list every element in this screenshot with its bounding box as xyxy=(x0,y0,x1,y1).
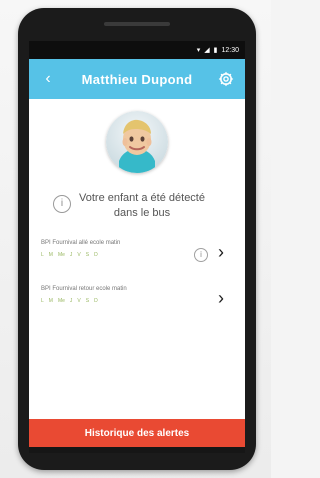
trip-days: L M Me J V S D xyxy=(41,252,98,258)
trip-day: V xyxy=(77,298,81,304)
trip-day: S xyxy=(85,298,90,304)
child-avatar-icon xyxy=(106,111,168,173)
detection-alert: i Votre enfant a été détecté dans le bus xyxy=(53,191,223,221)
trip-title: BPI Fournival allé ecole matin xyxy=(41,240,121,246)
status-bar: ▾ ◢ ▮ 12:30 xyxy=(29,41,245,59)
trip-day: M xyxy=(48,252,53,258)
battery-icon: ▮ xyxy=(213,47,218,54)
wifi-icon: ▾ xyxy=(196,47,201,54)
trip-day: V xyxy=(77,252,81,258)
page: ▾ ◢ ▮ 12:30 ‹ Matthieu Dupond i Votre en… xyxy=(0,0,271,478)
chevron-right-icon[interactable]: › xyxy=(218,243,224,261)
trip-day: L xyxy=(41,252,44,258)
speaker-grille xyxy=(104,22,170,26)
trip-day: Me xyxy=(57,298,65,304)
page-title: Matthieu Dupond xyxy=(81,71,193,87)
android-navigation-bar: ◁ ○ □ xyxy=(29,447,245,453)
trip-days: L M Me J V S D xyxy=(41,298,98,304)
gear-icon[interactable] xyxy=(217,70,235,88)
trip-title: BPI Fournival retour ecole matin xyxy=(41,286,127,292)
trip-item-return[interactable]: BPI Fournival retour ecole matin L M Me … xyxy=(41,286,233,322)
trip-day: L xyxy=(41,298,44,304)
chevron-left-icon[interactable]: ‹ xyxy=(39,70,57,88)
alert-history-button[interactable]: Historique des alertes xyxy=(29,419,245,447)
trip-day: M xyxy=(48,298,53,304)
status-time: 12:30 xyxy=(221,46,239,54)
trip-item-morning[interactable]: BPI Fournival allé ecole matin L M Me J … xyxy=(41,240,233,276)
info-icon: i xyxy=(53,195,71,213)
main-content: i Votre enfant a été détecté dans le bus… xyxy=(29,99,245,453)
app-bar: ‹ Matthieu Dupond xyxy=(29,59,245,99)
trip-day: D xyxy=(94,252,98,258)
signal-icon: ◢ xyxy=(204,47,210,54)
trip-day: J xyxy=(69,252,73,258)
info-icon[interactable]: i xyxy=(194,248,208,262)
trip-day: J xyxy=(69,298,73,304)
trip-day: Me xyxy=(57,252,65,258)
trip-day: S xyxy=(85,252,90,258)
detection-message: Votre enfant a été détecté dans le bus xyxy=(79,192,205,219)
chevron-right-icon[interactable]: › xyxy=(218,289,224,307)
phone-frame: ▾ ◢ ▮ 12:30 ‹ Matthieu Dupond i Votre en… xyxy=(18,8,256,470)
phone-screen: ▾ ◢ ▮ 12:30 ‹ Matthieu Dupond i Votre en… xyxy=(29,41,245,453)
trip-day: D xyxy=(94,298,98,304)
